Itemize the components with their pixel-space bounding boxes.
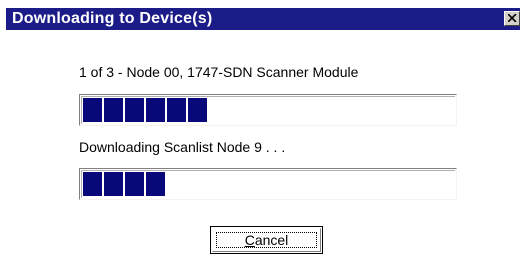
device-progress-bar: [79, 94, 457, 126]
progress-block: [146, 172, 165, 196]
progress-block: [104, 172, 123, 196]
progress-block: [188, 98, 207, 122]
close-button[interactable]: [504, 11, 520, 26]
progress-block: [125, 172, 144, 196]
progress-block: [83, 98, 102, 122]
progress-block: [104, 98, 123, 122]
window-title: Downloading to Device(s): [12, 10, 213, 27]
progress-block: [125, 98, 144, 122]
device-progress-fill: [83, 98, 207, 122]
scanlist-status-label: Downloading Scanlist Node 9 . . .: [79, 139, 286, 155]
device-status-label: 1 of 3 - Node 00, 1747-SDN Scanner Modul…: [79, 64, 359, 80]
progress-block: [167, 98, 186, 122]
progress-block: [83, 172, 102, 196]
download-dialog: Downloading to Device(s) 1 of 3 - Node 0…: [0, 0, 520, 273]
cancel-button-label: Cancel: [244, 232, 289, 248]
progress-block: [146, 98, 165, 122]
cancel-button[interactable]: Cancel: [210, 226, 323, 254]
close-icon: [508, 14, 517, 22]
title-bar[interactable]: Downloading to Device(s): [6, 8, 520, 30]
scanlist-progress-bar: [79, 168, 457, 200]
scanlist-progress-fill: [83, 172, 165, 196]
dialog-body: 1 of 3 - Node 00, 1747-SDN Scanner Modul…: [6, 30, 520, 273]
